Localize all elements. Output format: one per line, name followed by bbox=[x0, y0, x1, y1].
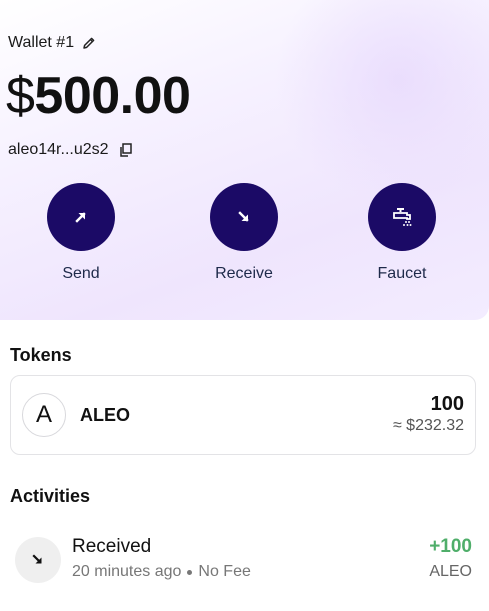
wallet-name: Wallet #1 bbox=[8, 34, 75, 51]
arrow-down-right-icon bbox=[15, 537, 61, 583]
wallet-name-row: Wallet #1 bbox=[8, 34, 96, 52]
token-amount: 100 bbox=[430, 393, 464, 415]
token-symbol: ALEO bbox=[80, 405, 131, 425]
faucet-label: Faucet bbox=[377, 265, 427, 282]
activity-amount: +100 bbox=[429, 536, 472, 557]
send-label: Send bbox=[62, 265, 100, 282]
balance-amount: 500.00 bbox=[34, 67, 191, 125]
balance-currency: $ bbox=[6, 67, 35, 125]
activity-fee: No Fee bbox=[198, 563, 251, 580]
receive-label: Receive bbox=[215, 265, 273, 282]
arrow-up-right-icon bbox=[47, 183, 115, 251]
receive-button[interactable]: Receive bbox=[199, 183, 289, 283]
wallet-address: aleo14r...u2s2 bbox=[8, 141, 109, 158]
aleo-logo-icon: A bbox=[22, 393, 66, 437]
activity-meta: 20 minutes ago No Fee bbox=[72, 563, 251, 581]
token-card-aleo[interactable]: A ALEO 100 ≈ $232.32 bbox=[10, 375, 476, 455]
tokens-heading: Tokens bbox=[10, 345, 72, 365]
send-button[interactable]: Send bbox=[36, 183, 126, 283]
activity-time: 20 minutes ago bbox=[72, 563, 182, 580]
wallet-balance: $500.00 bbox=[6, 66, 191, 126]
pencil-icon[interactable] bbox=[82, 36, 96, 50]
separator-dot bbox=[187, 569, 193, 575]
activity-item[interactable]: Received 20 minutes ago No Fee +100 ALEO bbox=[10, 530, 476, 588]
action-buttons: Send Receive Faucet bbox=[0, 183, 489, 293]
token-fiat-value: ≈ $232.32 bbox=[392, 417, 464, 434]
faucet-icon bbox=[368, 183, 436, 251]
arrow-down-right-icon bbox=[210, 183, 278, 251]
faucet-button[interactable]: Faucet bbox=[357, 183, 447, 283]
activity-unit: ALEO bbox=[429, 563, 472, 580]
copy-icon[interactable] bbox=[119, 143, 133, 157]
activities-heading: Activities bbox=[10, 486, 91, 506]
activity-type: Received bbox=[72, 536, 152, 557]
address-row: aleo14r...u2s2 bbox=[8, 141, 133, 159]
